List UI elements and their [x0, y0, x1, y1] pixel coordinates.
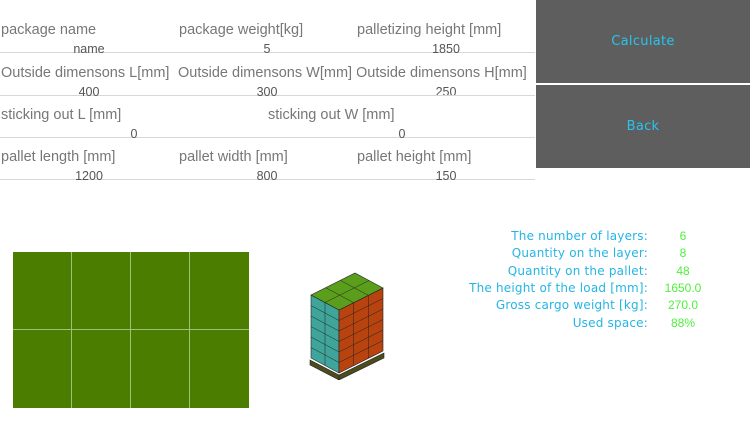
result-row: The height of the load [mm]: 1650.0: [440, 281, 740, 298]
package-name-label: package name: [1, 22, 97, 38]
layer-cell: [131, 330, 190, 408]
result-row: Gross cargo weight [kg]: 270.0: [440, 298, 740, 315]
sticking-w-field[interactable]: sticking out W [mm] 0: [268, 95, 535, 141]
layer-cell: [13, 330, 72, 408]
result-value: 88%: [670, 315, 696, 330]
layer-cell: [72, 330, 131, 408]
result-label: The height of the load [mm]:: [469, 280, 648, 295]
layer-cell: [190, 330, 249, 408]
package-name-field[interactable]: package name name: [0, 10, 178, 56]
package-weight-label: package weight[kg]: [179, 22, 304, 38]
outside-h-field[interactable]: Outside dimensons H[mm] 250: [357, 53, 535, 95]
outside-h-label: Outside dimensons H[mm]: [357, 65, 527, 81]
pallet-height-label: pallet height [mm]: [357, 149, 472, 165]
pallet-length-field[interactable]: pallet length [mm] 1200: [0, 137, 178, 183]
outside-l-field[interactable]: Outside dimensons L[mm] 400: [0, 53, 178, 99]
result-row: Quantity on the layer: 8: [440, 246, 740, 263]
result-row: Quantity on the pallet: 48: [440, 264, 740, 281]
outside-h-value[interactable]: 250: [436, 85, 457, 95]
pallet-stack-3d-view: [309, 272, 385, 380]
result-label: Quantity on the pallet:: [507, 263, 648, 278]
input-row-4: pallet length [mm] 1200 pallet width [mm…: [0, 137, 535, 183]
input-row-3: sticking out L [mm] 0 sticking out W [mm…: [0, 95, 535, 141]
result-row: Used space: 88%: [440, 316, 740, 333]
input-row-1: package name name package weight[kg] 5 p…: [0, 10, 535, 56]
pallet-length-value[interactable]: 1200: [75, 169, 103, 183]
palletizing-height-field[interactable]: palletizing height [mm] 1850: [357, 10, 535, 56]
layer-cell: [72, 252, 131, 330]
outside-w-field[interactable]: Outside dimensons W[mm] 300: [178, 53, 357, 99]
layer-layout-grid: [13, 252, 249, 408]
sticking-l-field[interactable]: sticking out L [mm] 0: [0, 95, 268, 141]
result-label: Quantity on the layer:: [511, 246, 648, 261]
outside-l-label: Outside dimensons L[mm]: [1, 65, 170, 81]
layer-cell: [190, 252, 249, 330]
result-value: 270.0: [667, 298, 699, 313]
input-row-2: Outside dimensons L[mm] 400 Outside dime…: [0, 53, 535, 99]
pallet-width-label: pallet width [mm]: [179, 149, 288, 165]
result-value: 48: [676, 263, 690, 278]
palletizing-height-label: palletizing height [mm]: [357, 22, 502, 38]
outside-w-label: Outside dimensons W[mm]: [178, 65, 353, 81]
result-value: 1650.0: [664, 280, 702, 295]
result-label: Gross cargo weight [kg]:: [495, 298, 648, 313]
pallet-width-field[interactable]: pallet width [mm] 800: [178, 137, 357, 183]
back-button[interactable]: Back: [536, 85, 750, 168]
sticking-l-label: sticking out L [mm]: [1, 107, 122, 123]
result-value: 8: [679, 246, 687, 261]
result-value: 6: [679, 229, 687, 243]
layer-cell: [13, 252, 72, 330]
result-label: The number of layers:: [511, 229, 648, 243]
pallet-height-value[interactable]: 150: [436, 169, 457, 183]
sticking-w-label: sticking out W [mm]: [268, 107, 395, 123]
package-weight-field[interactable]: package weight[kg] 5: [178, 10, 357, 56]
result-label: Used space:: [572, 315, 648, 330]
pallet-length-label: pallet length [mm]: [1, 149, 116, 165]
pallet-width-value[interactable]: 800: [257, 169, 278, 183]
calculate-button[interactable]: Calculate: [536, 0, 750, 83]
layer-cell: [131, 252, 190, 330]
pallet-height-field[interactable]: pallet height [mm] 150: [357, 137, 535, 183]
result-row: The number of layers: 6: [440, 229, 740, 246]
